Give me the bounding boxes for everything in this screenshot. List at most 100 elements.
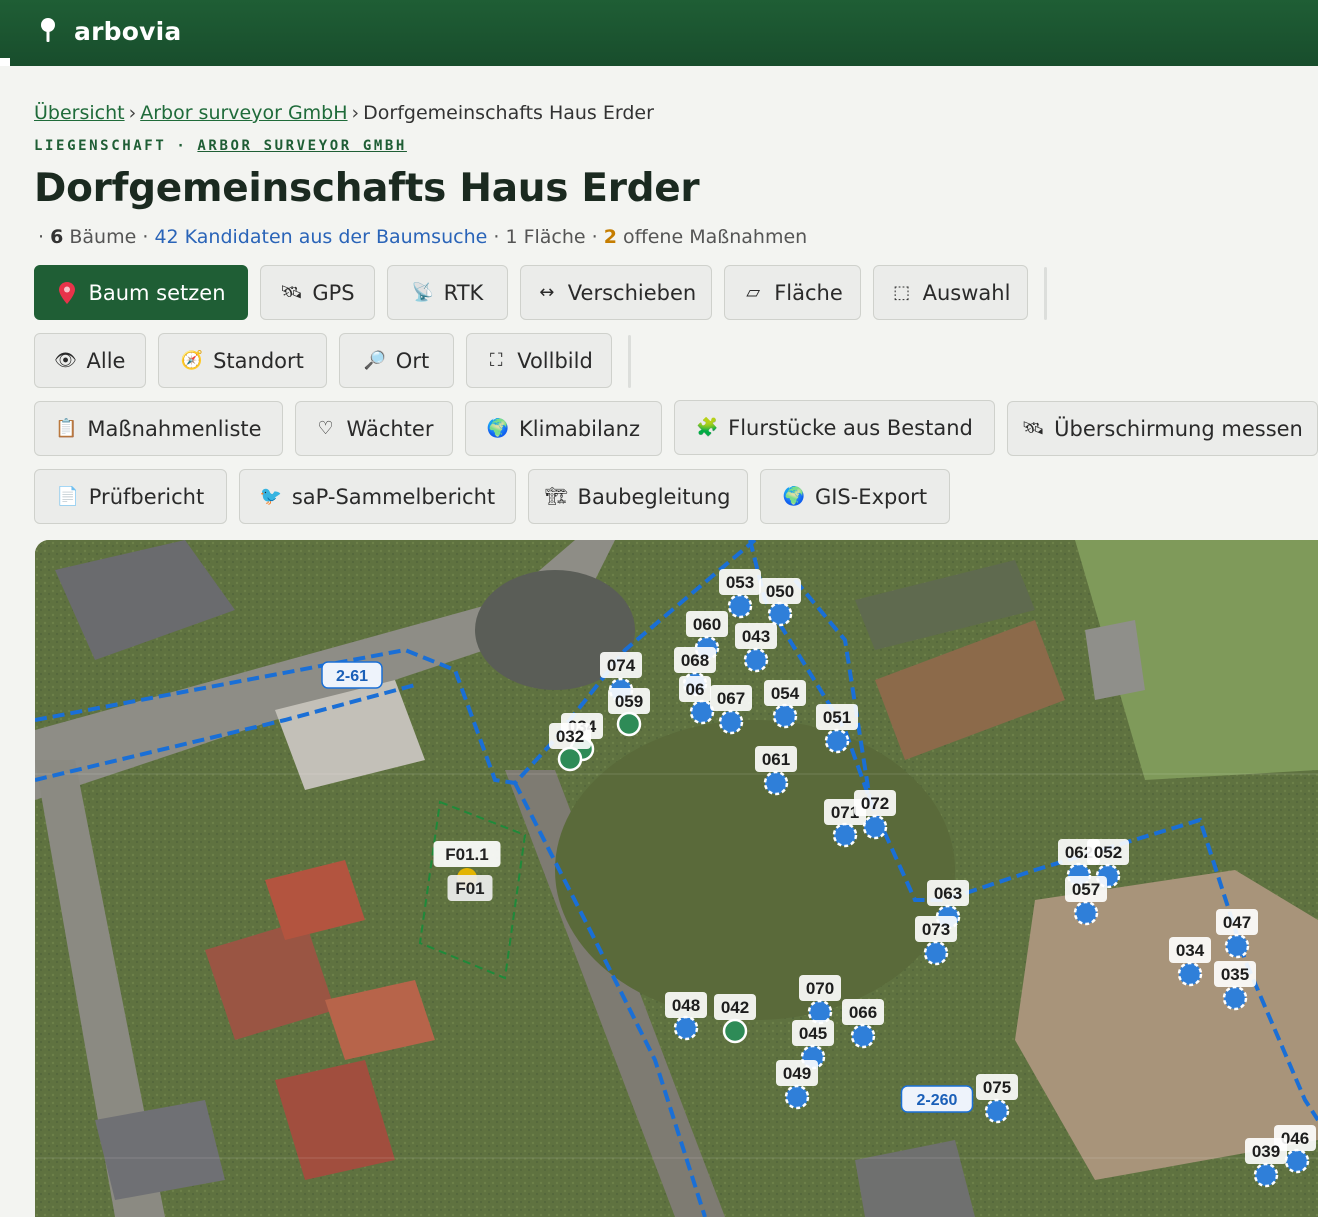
breadcrumb-link-overview[interactable]: Übersicht <box>34 102 125 124</box>
heart-icon: ♡ <box>317 418 334 439</box>
brand[interactable]: arbovia <box>36 16 181 46</box>
canopy-measure-button[interactable]: 🛰 Überschirmung messen <box>1007 401 1318 456</box>
place-search-button[interactable]: 🔎 Ort <box>339 333 454 388</box>
svg-text:045: 045 <box>799 1024 827 1043</box>
candidate-marker[interactable] <box>1253 1162 1279 1188</box>
tree-marker-label: 061 <box>755 746 797 772</box>
trees-label: Bäume <box>69 226 137 248</box>
candidate-marker[interactable] <box>727 593 753 619</box>
candidate-marker[interactable] <box>1073 900 1099 926</box>
candidate-marker[interactable] <box>743 647 769 673</box>
candidate-marker[interactable] <box>807 999 833 1025</box>
candidate-marker[interactable] <box>689 699 715 725</box>
parcels-from-inventory-label: Flurstücke aus Bestand <box>728 415 973 440</box>
tree-marker-label: 034 <box>1169 937 1211 963</box>
meta-sep: · <box>142 226 149 248</box>
candidate-marker[interactable] <box>763 770 789 796</box>
svg-text:2-260: 2-260 <box>917 1092 958 1109</box>
candidate-marker[interactable] <box>832 822 858 848</box>
breadcrumb-link-owner[interactable]: Arbor surveyor GmbH <box>140 102 347 124</box>
open-measures-count: 2 <box>603 226 617 248</box>
svg-text:054: 054 <box>771 684 800 703</box>
svg-text:057: 057 <box>1072 880 1100 899</box>
eyebrow-dot: · <box>176 138 188 154</box>
candidate-marker[interactable] <box>862 814 888 840</box>
tree-marker-label: 035 <box>1214 961 1256 987</box>
eyebrow-type: LIEGENSCHAFT <box>34 138 167 154</box>
satellite-icon: 🛰 <box>1021 418 1045 439</box>
tree-pin-icon <box>36 16 60 46</box>
svg-text:072: 072 <box>861 794 889 813</box>
svg-text:063: 063 <box>934 884 962 903</box>
canopy-measure-label: Überschirmung messen <box>1054 416 1303 441</box>
map-view[interactable]: 2-61 2-260 F01.1 F01 053 050 060 043 074 068 059… <box>35 540 1318 1217</box>
parcels-from-inventory-button[interactable]: 🧩 Flurstücke aus Bestand <box>674 400 995 455</box>
candidate-marker[interactable] <box>1222 985 1248 1011</box>
candidate-marker[interactable] <box>1177 961 1203 987</box>
svg-text:2-61: 2-61 <box>336 668 368 685</box>
candidate-marker[interactable] <box>718 709 744 735</box>
show-all-button[interactable]: 👁 Alle <box>34 333 146 388</box>
tree-marker-label: 050 <box>759 578 801 604</box>
area-button[interactable]: ▱ Fläche <box>724 265 861 320</box>
move-button[interactable]: ↔ Verschieben <box>520 265 712 320</box>
candidate-marker[interactable] <box>673 1015 699 1041</box>
candidates-link[interactable]: 42 Kandidaten aus der Baumsuche <box>154 226 487 248</box>
climate-balance-button[interactable]: 🌍 Klimabilanz <box>465 401 662 456</box>
inspection-report-label: Prüfbericht <box>88 484 205 509</box>
selection-button[interactable]: ⬚ Auswahl <box>873 265 1028 320</box>
set-tree-button[interactable]: Baum setzen <box>34 265 248 320</box>
measures-list-label: Maßnahmenliste <box>87 416 262 441</box>
gps-button[interactable]: 🛰 GPS <box>260 265 375 320</box>
climate-balance-label: Klimabilanz <box>519 416 640 441</box>
svg-text:073: 073 <box>922 920 950 939</box>
map-pin-icon <box>56 281 78 304</box>
gis-export-button[interactable]: 🌍 GIS-Export <box>760 469 950 524</box>
svg-text:047: 047 <box>1223 913 1251 932</box>
fullscreen-button[interactable]: ⛶ Vollbild <box>466 333 612 388</box>
aerial-map[interactable]: 2-61 2-260 F01.1 F01 053 050 060 043 074 068 059… <box>35 540 1318 1217</box>
tree-marker[interactable] <box>616 711 642 737</box>
tree-marker-label: 073 <box>915 916 957 942</box>
construction-icon: 🏗 <box>545 486 568 507</box>
watchers-button[interactable]: ♡ Wächter <box>295 401 453 456</box>
tree-marker[interactable] <box>722 1018 748 1044</box>
tree-marker-label: 043 <box>735 623 777 649</box>
measures-list-button[interactable]: 📋 Maßnahmenliste <box>34 401 283 456</box>
candidate-marker[interactable] <box>850 1023 876 1049</box>
tree-marker-label: 063 <box>927 880 969 906</box>
fullscreen-label: Vollbild <box>517 348 593 373</box>
candidate-marker[interactable] <box>1284 1148 1310 1174</box>
puzzle-icon: 🧩 <box>695 417 719 438</box>
sap-report-button[interactable]: 🐦 saP-Sammelbericht <box>239 469 516 524</box>
place-search-label: Ort <box>395 348 430 373</box>
candidate-marker[interactable] <box>984 1098 1010 1124</box>
tree-marker-label: 06 <box>679 676 711 702</box>
inspection-report-button[interactable]: 📄 Prüfbericht <box>34 469 227 524</box>
candidate-marker[interactable] <box>923 940 949 966</box>
svg-text:034: 034 <box>1176 941 1205 960</box>
candidate-marker[interactable] <box>772 703 798 729</box>
tree-marker-label: 066 <box>842 999 884 1025</box>
set-tree-label: Baum setzen <box>88 280 226 305</box>
rtk-button[interactable]: 📡 RTK <box>387 265 508 320</box>
svg-text:050: 050 <box>766 582 794 601</box>
tree-marker-label: 054 <box>764 680 806 706</box>
tree-marker[interactable] <box>557 746 583 772</box>
location-button[interactable]: 🧭 Standort <box>158 333 327 388</box>
tree-marker-label: 075 <box>976 1074 1018 1100</box>
svg-text:075: 075 <box>983 1078 1011 1097</box>
app-name: arbovia <box>74 16 182 46</box>
trees-count: 6 <box>50 226 64 248</box>
meta-sep: · <box>493 226 500 248</box>
breadcrumb: Übersicht › Arbor surveyor GmbH › Dorfgemein… <box>34 102 654 124</box>
tree-marker-label: 032 <box>549 723 591 749</box>
selection-label: Auswahl <box>922 280 1011 305</box>
construction-monitoring-button[interactable]: 🏗 Baubegleitung <box>528 469 748 524</box>
candidate-marker[interactable] <box>784 1084 810 1110</box>
eyebrow-owner-link[interactable]: ARBOR SURVEYOR GMBH <box>197 138 407 154</box>
candidate-marker[interactable] <box>1224 933 1250 959</box>
candidate-marker[interactable] <box>824 728 850 754</box>
show-all-label: Alle <box>86 348 126 373</box>
candidate-marker[interactable] <box>767 601 793 627</box>
